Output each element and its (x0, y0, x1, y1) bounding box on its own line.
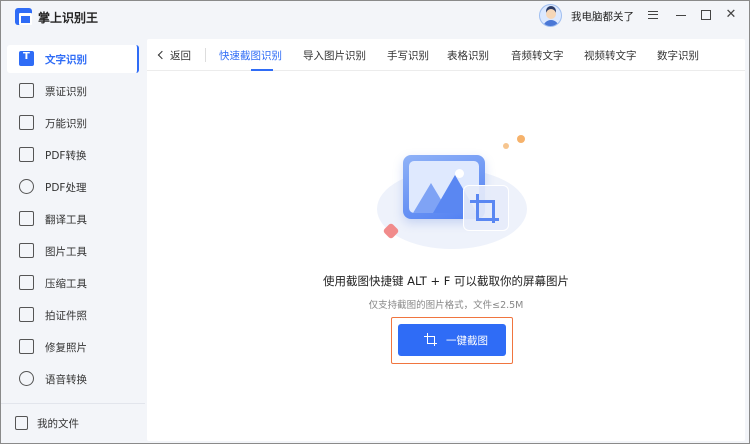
tab-audio-to-text[interactable]: 音频转文字 (511, 48, 564, 63)
sidebar-item-label: 语音转换 (45, 374, 87, 386)
tab-import-image[interactable]: 导入图片识别 (303, 48, 366, 63)
active-tab-indicator (251, 69, 273, 71)
sidebar-item-text-recognition[interactable]: 文字识别 (7, 45, 139, 73)
tab-table[interactable]: 表格识别 (447, 48, 489, 63)
sidebar-item-my-files[interactable]: 我的文件 (7, 411, 139, 437)
sidebar-item-voice[interactable]: 语音转换 (7, 365, 139, 393)
tab-separator (205, 48, 206, 62)
sidebar-item-label: 万能识别 (45, 118, 87, 130)
tab-handwriting[interactable]: 手写识别 (387, 48, 429, 63)
title-bar: 掌上识别王 我电脑都关了 ✕ (1, 1, 749, 31)
image-tool-icon (19, 243, 34, 258)
minimize-icon[interactable] (671, 5, 691, 25)
format-hint: 仅支持截图的图片格式，文件≤2.5M (368, 300, 524, 311)
app-title: 掌上识别王 (38, 11, 99, 25)
sidebar-item-label: 拍证件照 (45, 310, 87, 322)
translate-icon (19, 211, 34, 226)
sidebar-item-photo-repair[interactable]: 修复照片 (7, 333, 139, 361)
sidebar-item-id-photo[interactable]: 拍证件照 (7, 301, 139, 329)
username[interactable]: 我电脑都关了 (571, 9, 634, 24)
sidebar-item-label: PDF处理 (45, 182, 87, 194)
text-recognition-icon (19, 51, 34, 66)
sidebar-item-pdf-convert[interactable]: PDF转换 (7, 141, 139, 169)
sidebar: 文字识别 票证识别 万能识别 PDF转换 PDF处理 翻译工具 图片工具 压缩 (1, 31, 145, 443)
sidebar-item-label: 修复照片 (45, 342, 87, 354)
voice-convert-icon (19, 371, 34, 386)
pdf-convert-icon (19, 147, 34, 162)
my-files-icon (15, 416, 28, 430)
back-label: 返回 (170, 50, 191, 62)
chevron-left-icon (157, 50, 167, 60)
tab-video-to-text[interactable]: 视频转文字 (584, 48, 637, 63)
tab-number[interactable]: 数字识别 (657, 48, 699, 63)
sidebar-item-ticket[interactable]: 票证识别 (7, 77, 139, 105)
sidebar-item-label: 我的文件 (37, 418, 79, 430)
sidebar-item-pdf-process[interactable]: PDF处理 (7, 173, 139, 201)
user-avatar[interactable] (539, 4, 562, 27)
sidebar-item-label: 图片工具 (45, 246, 87, 258)
sidebar-item-label: 翻译工具 (45, 214, 87, 226)
photo-repair-icon (19, 339, 34, 354)
tab-quick-screenshot[interactable]: 快速截图识别 (219, 48, 282, 63)
sidebar-item-label: 压缩工具 (45, 278, 87, 290)
sidebar-item-compress[interactable]: 压缩工具 (7, 269, 139, 297)
screenshot-illustration (367, 129, 537, 254)
app-logo-icon (15, 8, 32, 25)
pdf-process-icon (19, 179, 34, 194)
compress-icon (19, 275, 34, 290)
sidebar-item-label: 文字识别 (45, 54, 87, 66)
maximize-icon[interactable] (696, 5, 716, 25)
close-icon[interactable]: ✕ (721, 5, 741, 25)
back-button[interactable]: 返回 (157, 48, 191, 63)
sidebar-item-label: PDF转换 (45, 150, 87, 162)
main-panel: 返回 快速截图识别 导入图片识别 手写识别 表格识别 音频转文字 视频转文字 数… (147, 39, 745, 441)
menu-icon[interactable] (643, 5, 663, 25)
one-click-screenshot-button[interactable]: 一键截图 (398, 324, 506, 356)
crop-illustration-icon (463, 185, 509, 231)
ticket-icon (19, 83, 34, 98)
highlight-frame: 一键截图 (391, 317, 513, 364)
sidebar-divider (1, 403, 145, 404)
id-photo-icon (19, 307, 34, 322)
button-label: 一键截图 (446, 335, 488, 347)
universal-scan-icon (19, 115, 34, 130)
instruction-headline: 使用截图快捷键 ALT + F 可以截取你的屏幕图片 (322, 274, 570, 288)
tab-bar: 返回 快速截图识别 导入图片识别 手写识别 表格识别 音频转文字 视频转文字 数… (147, 39, 745, 71)
sidebar-item-image-tool[interactable]: 图片工具 (7, 237, 139, 265)
sidebar-item-universal[interactable]: 万能识别 (7, 109, 139, 137)
sidebar-item-translate[interactable]: 翻译工具 (7, 205, 139, 233)
app-window: 掌上识别王 我电脑都关了 ✕ 文字识别 票证识别 万能识别 PDF转换 PDF处… (0, 0, 750, 444)
crop-icon (424, 333, 437, 346)
sidebar-item-label: 票证识别 (45, 86, 87, 98)
